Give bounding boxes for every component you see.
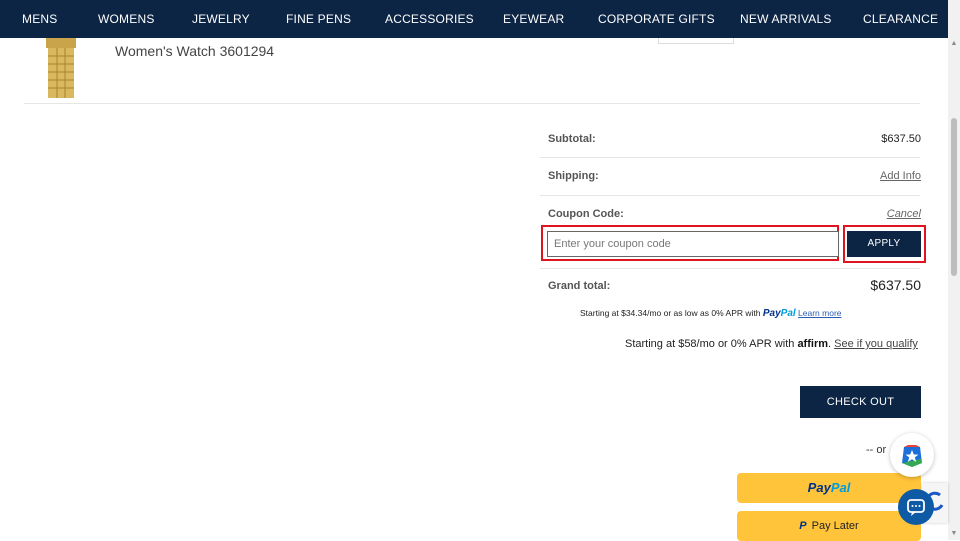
paypal-pay-later-button[interactable]: P Pay Later xyxy=(737,511,921,541)
affirm-logo-icon: affirm xyxy=(797,338,828,350)
divider xyxy=(24,103,920,104)
top-navigation: MENS WOMENS JEWELRY FINE PENS ACCESSORIE… xyxy=(0,0,948,38)
paypal-learn-more-link[interactable]: Learn more xyxy=(798,308,841,318)
chat-icon[interactable] xyxy=(898,489,934,525)
paypal-logo-icon: PayPal xyxy=(762,308,796,319)
rewards-badge-icon[interactable] xyxy=(890,433,934,477)
paypal-mark-icon: P xyxy=(799,520,807,532)
nav-corporate-gifts[interactable]: CORPORATE GIFTS xyxy=(598,0,715,38)
checkout-button[interactable]: CHECK OUT xyxy=(800,386,921,418)
divider xyxy=(540,157,920,158)
apply-coupon-button[interactable]: APPLY xyxy=(847,231,921,257)
grand-total-value: $637.50 xyxy=(870,277,921,293)
nav-eyewear[interactable]: EYEWEAR xyxy=(503,0,564,38)
quantity-box[interactable] xyxy=(658,38,734,44)
grand-total-label: Grand total: xyxy=(548,280,611,292)
coupon-code-input[interactable] xyxy=(547,231,839,257)
subtotal-label: Subtotal: xyxy=(548,133,596,145)
divider xyxy=(540,268,920,269)
scroll-thumb[interactable] xyxy=(951,118,957,276)
affirm-qualify-link[interactable]: See if you qualify xyxy=(834,338,918,350)
nav-accessories[interactable]: ACCESSORIES xyxy=(385,0,474,38)
nav-jewelry[interactable]: JEWELRY xyxy=(192,0,250,38)
affirm-financing-message: Starting at $58/mo or 0% APR with affirm… xyxy=(625,338,918,350)
nav-womens[interactable]: WOMENS xyxy=(98,0,155,38)
shipping-add-info-link[interactable]: Add Info xyxy=(880,170,921,182)
paypal-financing-message: Starting at $34.34/mo or as low as 0% AP… xyxy=(580,308,842,319)
divider xyxy=(540,195,920,196)
coupon-label: Coupon Code: xyxy=(548,208,624,220)
page-scrollbar[interactable]: ▲ ▼ xyxy=(948,0,960,540)
or-separator: -- or xyxy=(866,444,887,456)
scroll-down-icon[interactable]: ▼ xyxy=(950,530,958,538)
subtotal-value: $637.50 xyxy=(881,133,921,145)
coupon-cancel-link[interactable]: Cancel xyxy=(887,208,921,220)
nav-new-arrivals[interactable]: NEW ARRIVALS xyxy=(740,0,832,38)
shipping-label: Shipping: xyxy=(548,170,599,182)
affirm-financing-text: Starting at $58/mo or 0% APR with xyxy=(625,338,795,350)
paypal-financing-text: Starting at $34.34/mo or as low as 0% AP… xyxy=(580,308,761,318)
gold-watch-icon[interactable] xyxy=(38,38,84,98)
nav-clearance[interactable]: CLEARANCE xyxy=(863,0,938,38)
product-name[interactable]: Women's Watch 3601294 xyxy=(115,43,274,59)
nav-mens[interactable]: MENS xyxy=(22,0,57,38)
scroll-up-icon[interactable]: ▲ xyxy=(950,40,958,48)
paypal-checkout-button[interactable]: PayPal xyxy=(737,473,921,503)
nav-fine-pens[interactable]: FINE PENS xyxy=(286,0,351,38)
